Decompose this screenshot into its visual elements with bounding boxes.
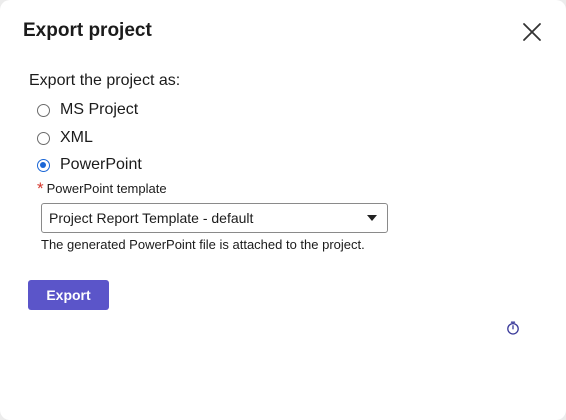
option-powerpoint[interactable]: PowerPoint (37, 154, 142, 176)
close-icon[interactable] (520, 20, 544, 44)
template-select[interactable]: Project Report Template - default (41, 203, 388, 233)
caret-down-icon (367, 215, 377, 221)
template-field-label: * PowerPoint template (37, 179, 167, 198)
template-hint: The generated PowerPoint file is attache… (41, 237, 365, 252)
option-powerpoint-label: PowerPoint (60, 156, 142, 173)
option-xml-label: XML (60, 129, 93, 146)
option-xml[interactable]: XML (37, 127, 93, 149)
radio-ms-project[interactable] (37, 103, 50, 117)
option-ms-project[interactable]: MS Project (37, 99, 138, 121)
stopwatch-icon[interactable] (506, 321, 520, 335)
option-ms-project-label: MS Project (60, 101, 139, 118)
template-select-value: Project Report Template - default (49, 210, 254, 226)
radio-xml[interactable] (37, 131, 50, 145)
dialog-title: Export project (23, 20, 152, 41)
export-project-dialog: Export project Export the project as: MS… (0, 0, 566, 420)
template-label-text: PowerPoint template (46, 181, 167, 196)
export-button[interactable]: Export (28, 280, 109, 310)
required-asterisk-icon: * (37, 179, 44, 198)
radio-powerpoint[interactable] (37, 158, 50, 172)
export-format-prompt: Export the project as: (29, 72, 181, 89)
